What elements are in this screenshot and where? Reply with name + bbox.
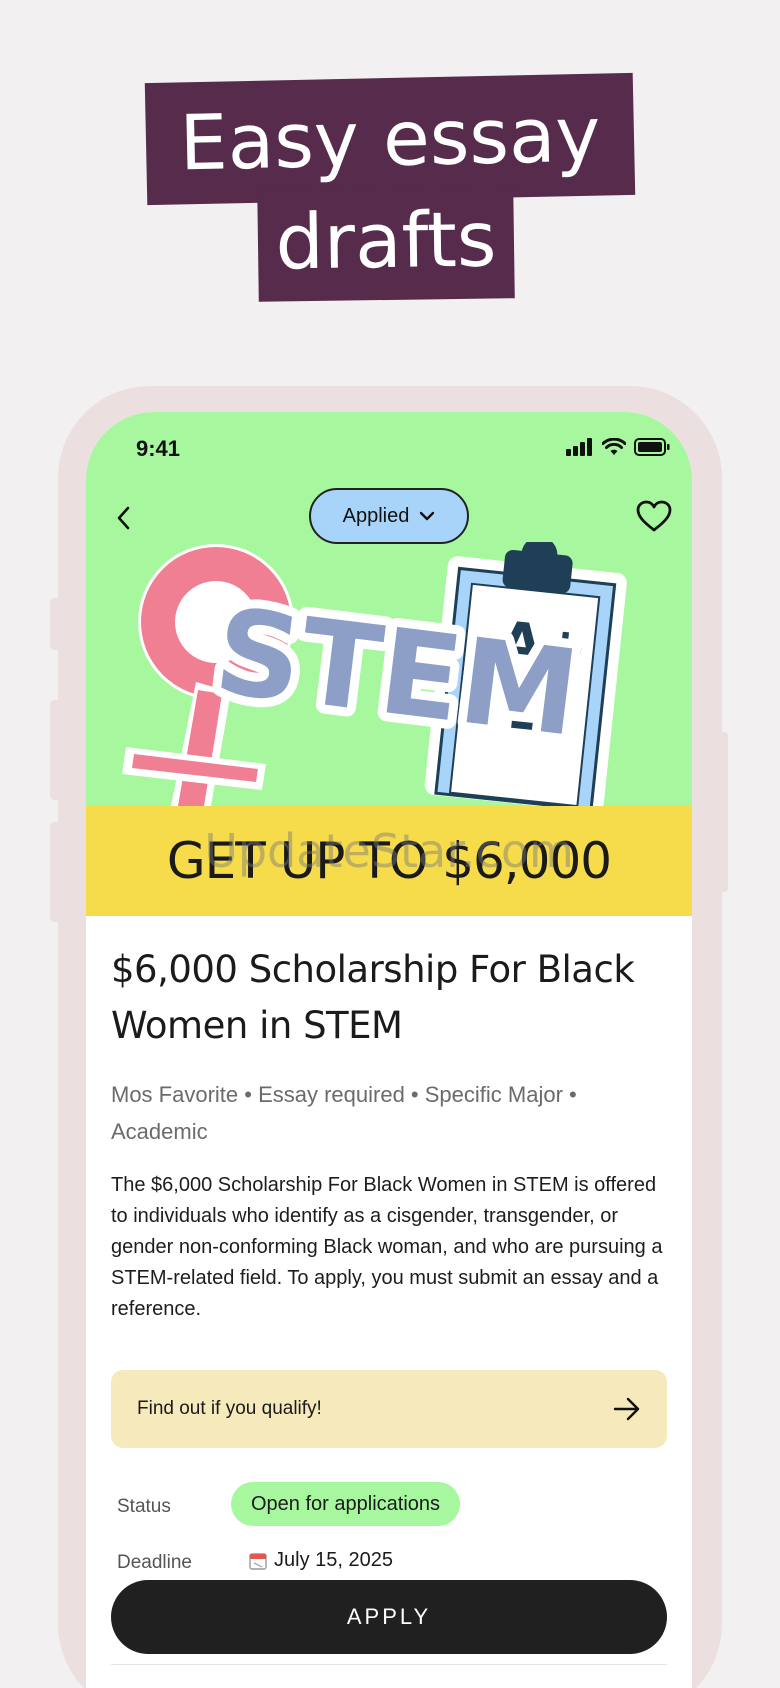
deadline-date: July 15, 2025 — [274, 1549, 393, 1571]
find-out-qualify-button[interactable]: Find out if you qualify! — [111, 1370, 667, 1448]
status-badge: Open for applications — [231, 1482, 461, 1526]
phone-screen: 9:41 Applied A+ STEM STEM UpdateStar.com… — [86, 412, 692, 1688]
chevron-down-icon — [420, 511, 435, 521]
headline: Easy essay drafts — [0, 0, 780, 320]
application-status-label: Applied — [342, 504, 410, 527]
divider — [111, 1664, 667, 1665]
back-chevron-icon — [117, 506, 130, 530]
hero-illustration: A+ STEM STEM — [122, 542, 627, 806]
amount-banner: UpdateStar.com GET UP TO $6,000 — [86, 806, 692, 916]
phone-side-button — [50, 598, 60, 650]
heart-icon — [636, 500, 672, 532]
scholarship-description: The $6,000 Scholarship For Black Women i… — [111, 1174, 663, 1320]
scholarship-title: $6,000 Scholarship For Black Women in ST… — [111, 948, 635, 1047]
status-bar: 9:41 — [86, 412, 692, 472]
headline-line-2: drafts — [257, 186, 515, 302]
scholarship-tags: Mos Favorite • Essay required • Specific… — [111, 1082, 577, 1144]
watermark: UpdateStar.com — [204, 824, 574, 878]
arrow-right-icon — [613, 1397, 640, 1421]
deadline-label: Deadline — [117, 1552, 192, 1573]
status-time: 9:41 — [136, 436, 181, 461]
wifi-icon — [602, 438, 626, 455]
status-icons — [566, 438, 670, 456]
scholarship-details: $6,000 Scholarship For Black Women in ST… — [111, 942, 671, 1325]
phone-volume-down — [50, 822, 60, 922]
battery-icon — [634, 438, 670, 456]
headline-line-1: Easy essay — [144, 72, 636, 206]
signal-icon — [566, 438, 592, 456]
favorite-button[interactable] — [632, 494, 676, 538]
qualify-label: Find out if you qualify! — [137, 1398, 322, 1419]
phone-power-button — [718, 732, 728, 892]
application-status-dropdown[interactable]: Applied — [309, 488, 469, 544]
calendar-icon — [249, 1552, 267, 1570]
hero: 9:41 Applied A+ STEM STEM — [86, 412, 692, 806]
deadline-value: July 15, 2025 — [248, 1549, 393, 1572]
apply-button[interactable]: APPLY — [111, 1580, 667, 1654]
back-button[interactable] — [104, 498, 144, 538]
phone-volume-up — [50, 700, 60, 800]
status-label: Status — [117, 1496, 171, 1517]
